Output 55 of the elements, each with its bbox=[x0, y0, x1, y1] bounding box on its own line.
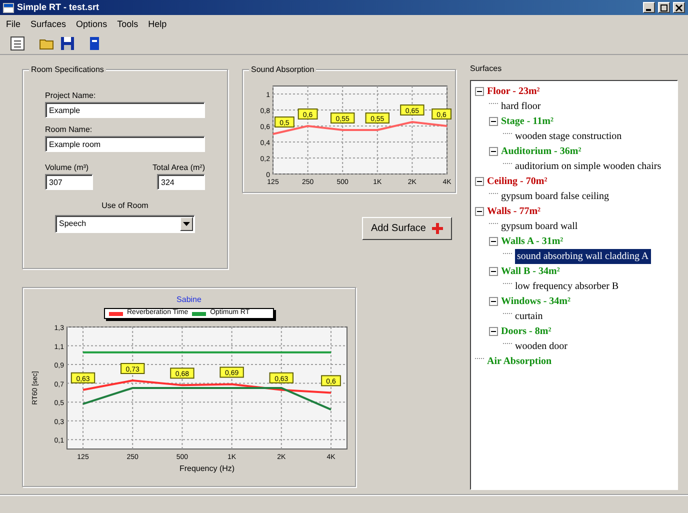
tree-item[interactable]: Auditorium - 36m² bbox=[501, 144, 582, 159]
collapse-icon[interactable] bbox=[489, 147, 498, 156]
group-title: Sound Absorption bbox=[249, 64, 316, 76]
tree-item[interactable]: Air Absorption bbox=[487, 354, 552, 369]
menu-item[interactable]: Surfaces bbox=[30, 18, 66, 30]
field-label: Room Name: bbox=[45, 124, 94, 136]
document-icon[interactable] bbox=[87, 36, 102, 51]
collapse-icon[interactable] bbox=[489, 297, 498, 306]
field-label: Total Area (m²) bbox=[152, 162, 205, 174]
collapse-icon[interactable] bbox=[475, 87, 484, 96]
tree-item[interactable]: Windows - 34m² bbox=[501, 294, 570, 309]
menu-item[interactable]: Options bbox=[76, 18, 108, 30]
text-field[interactable]: Example bbox=[45, 102, 205, 118]
tree-item[interactable]: wooden door bbox=[515, 339, 568, 354]
collapse-icon[interactable] bbox=[489, 117, 498, 126]
dropdown[interactable]: Speech bbox=[55, 215, 195, 233]
tree-item[interactable]: curtain bbox=[515, 309, 543, 324]
collapse-icon[interactable] bbox=[489, 327, 498, 336]
field-label: Use of Room bbox=[102, 200, 148, 212]
field-label: Project Name: bbox=[45, 90, 97, 102]
collapse-icon[interactable] bbox=[489, 237, 498, 246]
tree-item[interactable]: sound absorbing wall cladding A bbox=[515, 249, 651, 264]
tree-item[interactable]: wooden stage construction bbox=[515, 129, 622, 144]
text-field[interactable]: 307 bbox=[45, 174, 93, 190]
menu-item[interactable]: Tools bbox=[117, 18, 138, 30]
tree-item[interactable]: Walls A - 31m² bbox=[501, 234, 564, 249]
tree-item[interactable]: Wall B - 34m² bbox=[501, 264, 560, 279]
tree-item[interactable]: Floor - 23m² bbox=[487, 84, 540, 99]
collapse-icon[interactable] bbox=[475, 177, 484, 186]
tree-item[interactable]: Doors - 8m² bbox=[501, 324, 552, 339]
chart-title: Sabine bbox=[176, 294, 202, 306]
collapse-icon[interactable] bbox=[475, 207, 484, 216]
tree-item[interactable]: auditorium on simple wooden chairs bbox=[515, 159, 662, 174]
tree-item[interactable]: hard floor bbox=[501, 99, 541, 114]
grid-icon[interactable] bbox=[10, 36, 25, 51]
axis-title: Frequency (Hz) bbox=[179, 464, 235, 473]
text-field[interactable]: 324 bbox=[157, 174, 205, 190]
window-title: Simple RT - test.srt bbox=[17, 0, 100, 14]
plus-icon bbox=[432, 222, 443, 234]
collapse-icon[interactable] bbox=[489, 267, 498, 276]
tree-item[interactable]: gypsum board wall bbox=[501, 219, 578, 234]
tree-item[interactable]: gypsum board false ceiling bbox=[501, 189, 610, 204]
tree-item[interactable]: Walls - 77m² bbox=[487, 204, 541, 219]
app-icon bbox=[3, 2, 14, 12]
dropdown-arrow-icon[interactable] bbox=[183, 222, 190, 226]
field-label: Volume (m³) bbox=[45, 162, 90, 174]
panel-label: Surfaces bbox=[470, 63, 503, 75]
menu-item[interactable]: Help bbox=[148, 18, 167, 30]
group-title: Room Specifications bbox=[29, 64, 106, 76]
add-surface-button[interactable]: Add Surface bbox=[362, 217, 452, 240]
tree-item[interactable]: low frequency absorber B bbox=[515, 279, 619, 294]
tree-item[interactable]: Ceiling - 70m² bbox=[487, 174, 548, 189]
menu-item[interactable]: File bbox=[6, 18, 21, 30]
text-field[interactable]: Example room bbox=[45, 136, 205, 152]
tree-item[interactable]: Stage - 11m² bbox=[501, 114, 554, 129]
